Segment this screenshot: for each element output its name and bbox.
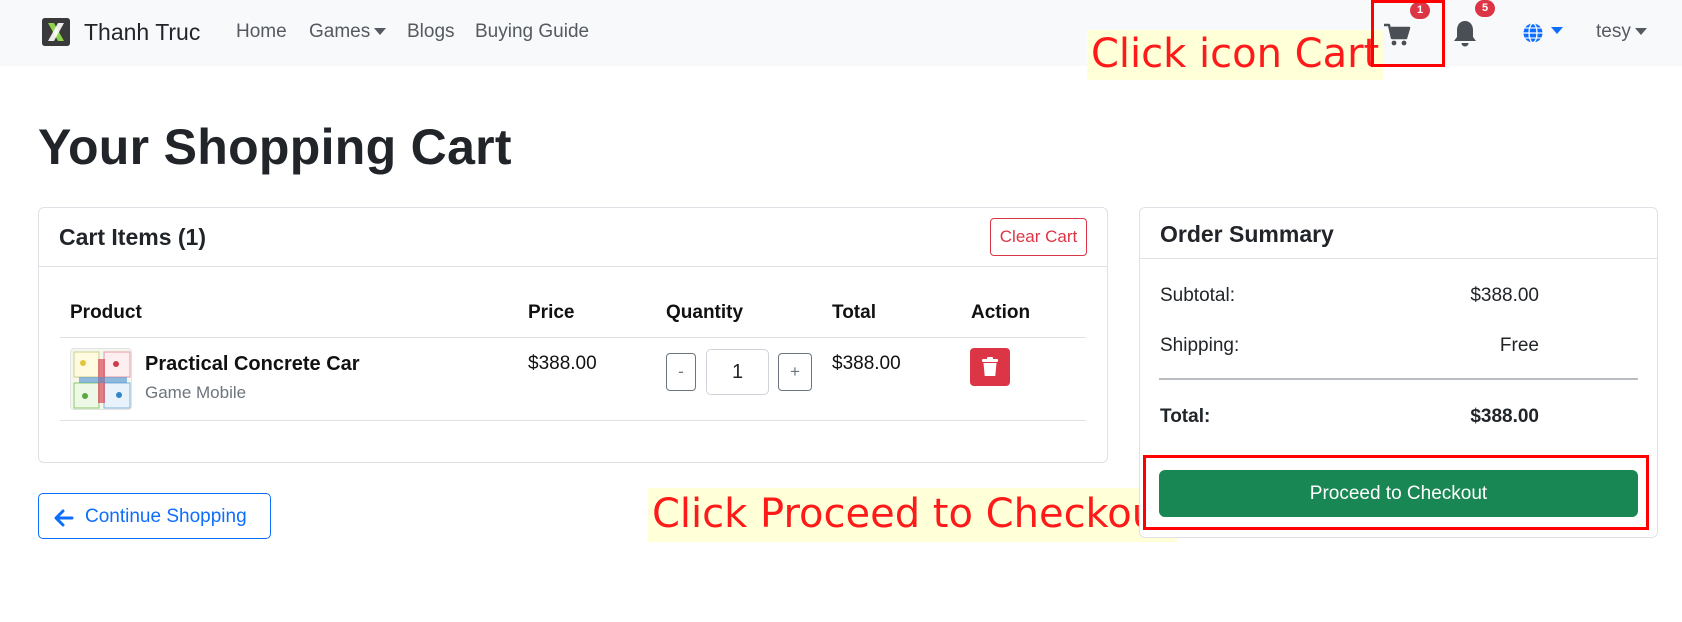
arrow-left-icon xyxy=(54,509,74,527)
summary-divider xyxy=(1159,378,1638,380)
quantity-increase-button[interactable]: + xyxy=(778,353,812,391)
cart-hint-annotation: Click icon Cart xyxy=(1087,30,1384,80)
bell-icon xyxy=(1454,21,1476,47)
nav-games-label: Games xyxy=(309,21,371,42)
item-price: $388.00 xyxy=(528,353,597,374)
remove-item-button[interactable] xyxy=(970,348,1010,386)
brand-logo-icon xyxy=(42,18,70,46)
product-category: Game Mobile xyxy=(145,383,247,402)
nav-games-dropdown[interactable]: Games xyxy=(309,21,387,43)
nav-blogs[interactable]: Blogs xyxy=(407,21,455,43)
shipping-label: Shipping: xyxy=(1160,335,1240,356)
nav-buying-guide[interactable]: Buying Guide xyxy=(475,21,589,43)
page-title: Your Shopping Cart xyxy=(38,119,512,175)
brand[interactable]: Thanh Truc xyxy=(42,18,200,46)
cart-items-header: Cart Items (1) xyxy=(59,224,206,250)
clear-cart-button[interactable]: Clear Cart xyxy=(990,218,1087,256)
shipping-value: Free xyxy=(1499,335,1539,356)
brand-name: Thanh Truc xyxy=(84,18,201,45)
total-label: Total: xyxy=(1160,406,1211,427)
card-header-divider xyxy=(39,266,1107,267)
table-row-divider xyxy=(60,420,1086,421)
continue-shopping-button[interactable]: Continue Shopping xyxy=(38,493,271,539)
total-value: $388.00 xyxy=(1470,406,1539,427)
product-name[interactable]: Practical Concrete Car xyxy=(145,353,360,376)
column-header-total: Total xyxy=(832,302,876,323)
language-dropdown[interactable] xyxy=(1517,14,1569,52)
checkout-hint-annotation: Click Proceed to Checkout xyxy=(648,488,1177,542)
chevron-down-icon xyxy=(1551,27,1563,34)
user-menu[interactable]: tesy xyxy=(1596,21,1647,43)
nav-home[interactable]: Home xyxy=(236,21,287,43)
column-header-quantity: Quantity xyxy=(666,302,744,323)
quantity-decrease-button[interactable]: - xyxy=(666,353,696,391)
globe-icon xyxy=(1523,22,1543,44)
item-total: $388.00 xyxy=(832,353,901,374)
chevron-down-icon xyxy=(374,28,387,36)
notification-count-badge: 5 xyxy=(1475,0,1495,17)
summary-header-divider xyxy=(1140,258,1657,259)
user-name: tesy xyxy=(1596,21,1631,42)
trash-icon xyxy=(982,357,998,376)
column-header-product: Product xyxy=(70,302,142,323)
subtotal-value: $388.00 xyxy=(1470,285,1539,306)
product-image xyxy=(71,349,131,409)
notifications-button[interactable]: 5 xyxy=(1450,0,1495,52)
checkout-highlight-box xyxy=(1143,455,1649,530)
chevron-down-icon xyxy=(1634,28,1647,36)
column-header-price: Price xyxy=(528,302,575,323)
table-header-divider xyxy=(60,337,1086,338)
order-summary-title: Order Summary xyxy=(1160,221,1334,247)
subtotal-label: Subtotal: xyxy=(1160,285,1235,306)
cart-highlight-box xyxy=(1371,0,1445,67)
product-thumbnail[interactable] xyxy=(70,348,132,410)
column-header-action: Action xyxy=(971,302,1031,323)
continue-shopping-label: Continue Shopping xyxy=(85,506,247,527)
quantity-input[interactable]: 1 xyxy=(706,349,769,395)
